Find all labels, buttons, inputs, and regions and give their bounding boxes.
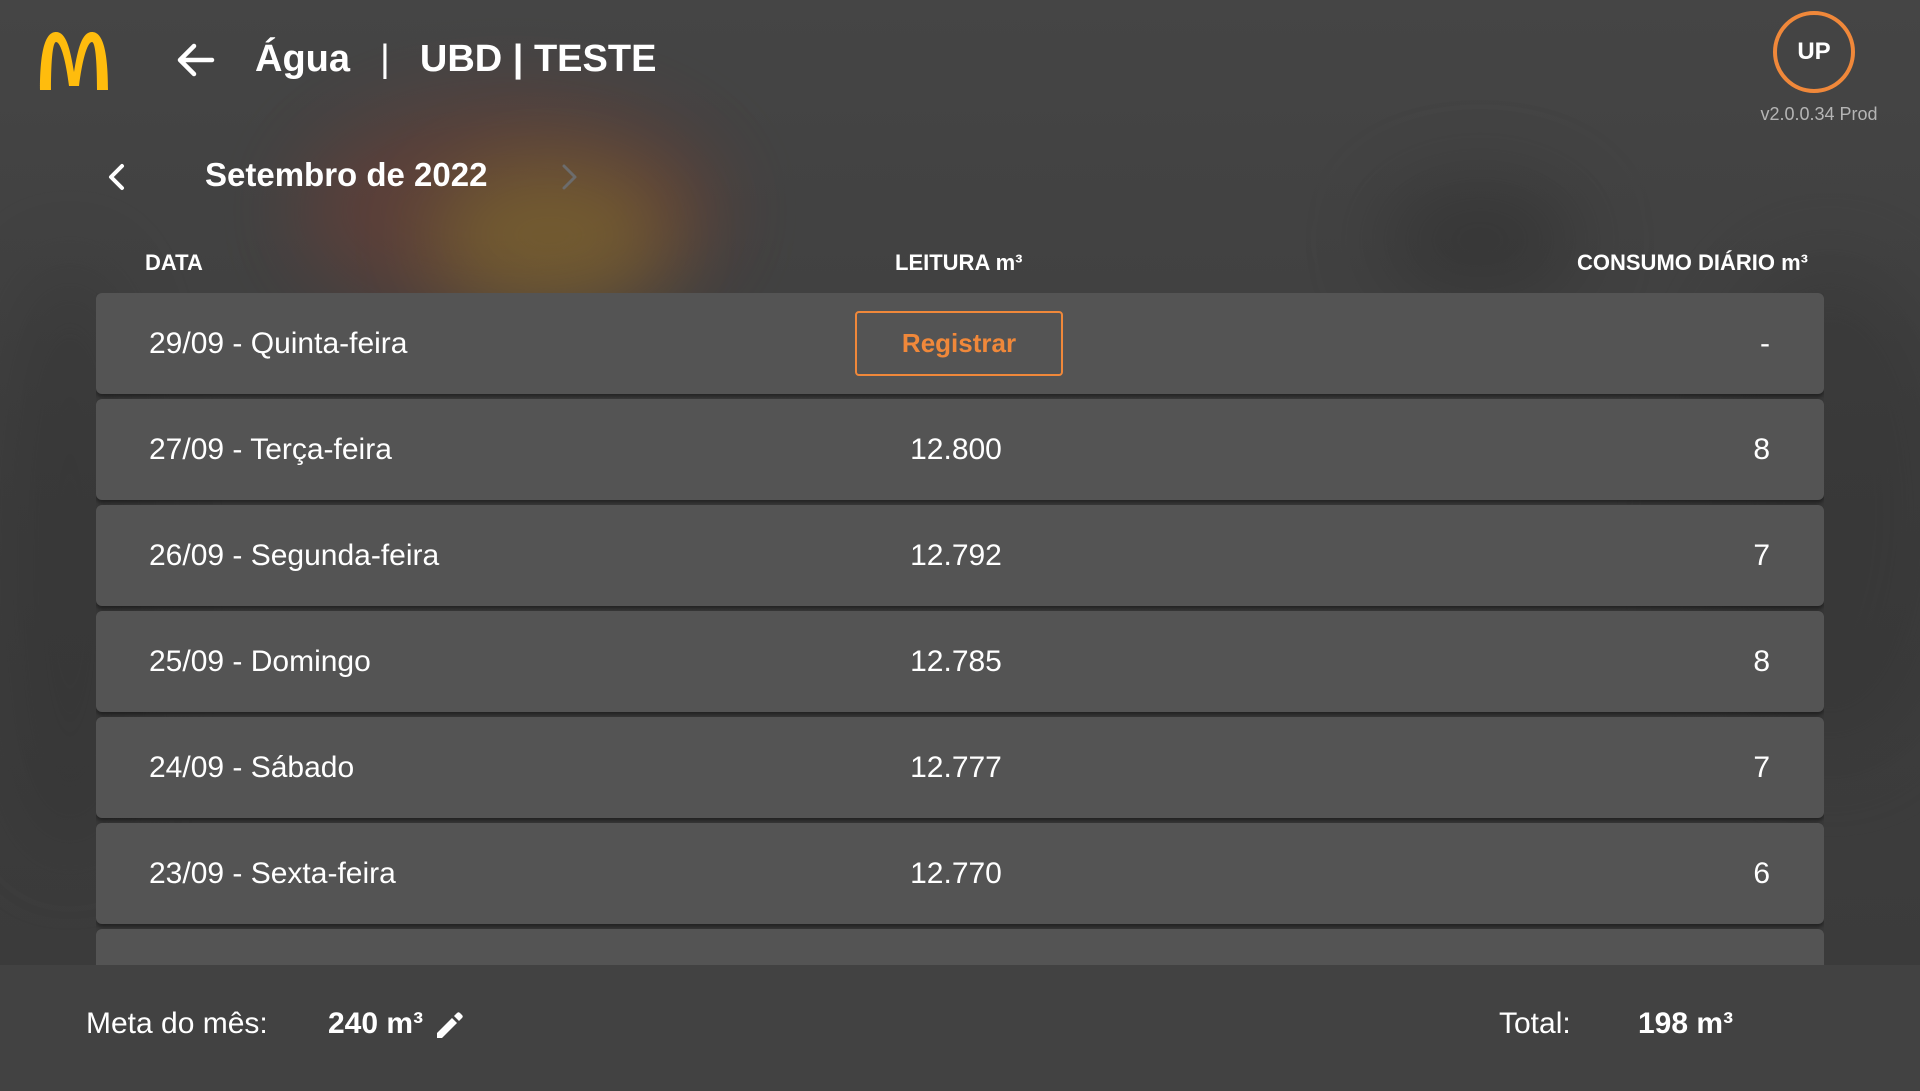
store-name: UBD | TESTE bbox=[419, 38, 657, 80]
row-consumption: 6 bbox=[1753, 857, 1770, 890]
page-title: Água | UBD | TESTE bbox=[255, 34, 656, 84]
row-date: 27/09 - Terça-feira bbox=[149, 433, 392, 466]
app-version: v2.0.0.34 Prod bbox=[1760, 104, 1878, 124]
month-label: Setembro de 2022 bbox=[205, 156, 488, 193]
row-reading: 12.770 bbox=[910, 857, 1002, 890]
month-navigator: Setembro de 2022 bbox=[100, 150, 600, 204]
chevron-left-icon[interactable] bbox=[100, 158, 136, 196]
monthly-goal-label: Meta do mês: bbox=[86, 1007, 268, 1040]
table-row[interactable]: 26/09 - Segunda-feira 12.792 7 bbox=[96, 505, 1824, 606]
title-separator: | bbox=[380, 38, 390, 80]
table-row[interactable]: 27/09 - Terça-feira 12.800 8 bbox=[96, 399, 1824, 500]
column-header-reading: LEITURA m³ bbox=[895, 250, 1023, 275]
row-reading: 12.777 bbox=[910, 751, 1002, 784]
user-avatar[interactable]: UP bbox=[1773, 11, 1855, 93]
readings-table[interactable]: 29/09 - Quinta-feira Registrar - 27/09 -… bbox=[96, 293, 1824, 965]
footer-summary: Meta do mês: 240 m³ Total: 198 m³ bbox=[0, 965, 1920, 1091]
table-row[interactable]: 29/09 - Quinta-feira Registrar - bbox=[96, 293, 1824, 394]
header: Água | UBD | TESTE UP v2.0.0.34 Prod bbox=[0, 0, 1920, 124]
pencil-icon[interactable] bbox=[432, 1009, 466, 1043]
row-date: 24/09 - Sábado bbox=[149, 751, 355, 784]
row-date: 26/09 - Segunda-feira bbox=[149, 539, 440, 572]
row-reading: 12.785 bbox=[910, 645, 1002, 678]
table-row[interactable]: 24/09 - Sábado 12.777 7 bbox=[96, 717, 1824, 818]
mcdonalds-logo-icon bbox=[40, 32, 108, 90]
back-arrow-icon[interactable] bbox=[172, 36, 220, 84]
column-header-consumption: CONSUMO DIÁRIO m³ bbox=[1577, 250, 1808, 275]
row-consumption: 7 bbox=[1753, 751, 1770, 784]
row-consumption: 7 bbox=[1753, 539, 1770, 572]
row-consumption: 8 bbox=[1753, 433, 1770, 466]
table-header: DATA LEITURA m³ CONSUMO DIÁRIO m³ bbox=[96, 250, 1824, 280]
row-reading: 12.800 bbox=[910, 433, 1002, 466]
total-value: 198 m³ bbox=[1638, 1007, 1734, 1040]
row-reading: 12.792 bbox=[910, 539, 1002, 572]
total-label: Total: bbox=[1499, 1007, 1571, 1040]
column-header-date: DATA bbox=[145, 250, 203, 275]
page-title-text: Água bbox=[255, 38, 350, 80]
row-date: 25/09 - Domingo bbox=[149, 645, 371, 678]
table-row[interactable]: 23/09 - Sexta-feira 12.770 6 bbox=[96, 823, 1824, 924]
row-date: 29/09 - Quinta-feira bbox=[149, 327, 408, 360]
row-date: 23/09 - Sexta-feira bbox=[149, 857, 396, 890]
row-consumption: - bbox=[1760, 327, 1770, 360]
table-row-partial[interactable] bbox=[96, 929, 1824, 965]
row-consumption: 8 bbox=[1753, 645, 1770, 678]
table-row[interactable]: 25/09 - Domingo 12.785 8 bbox=[96, 611, 1824, 712]
chevron-right-icon[interactable] bbox=[550, 158, 586, 196]
monthly-goal-value: 240 m³ bbox=[328, 1007, 424, 1040]
register-button[interactable]: Registrar bbox=[855, 311, 1063, 376]
